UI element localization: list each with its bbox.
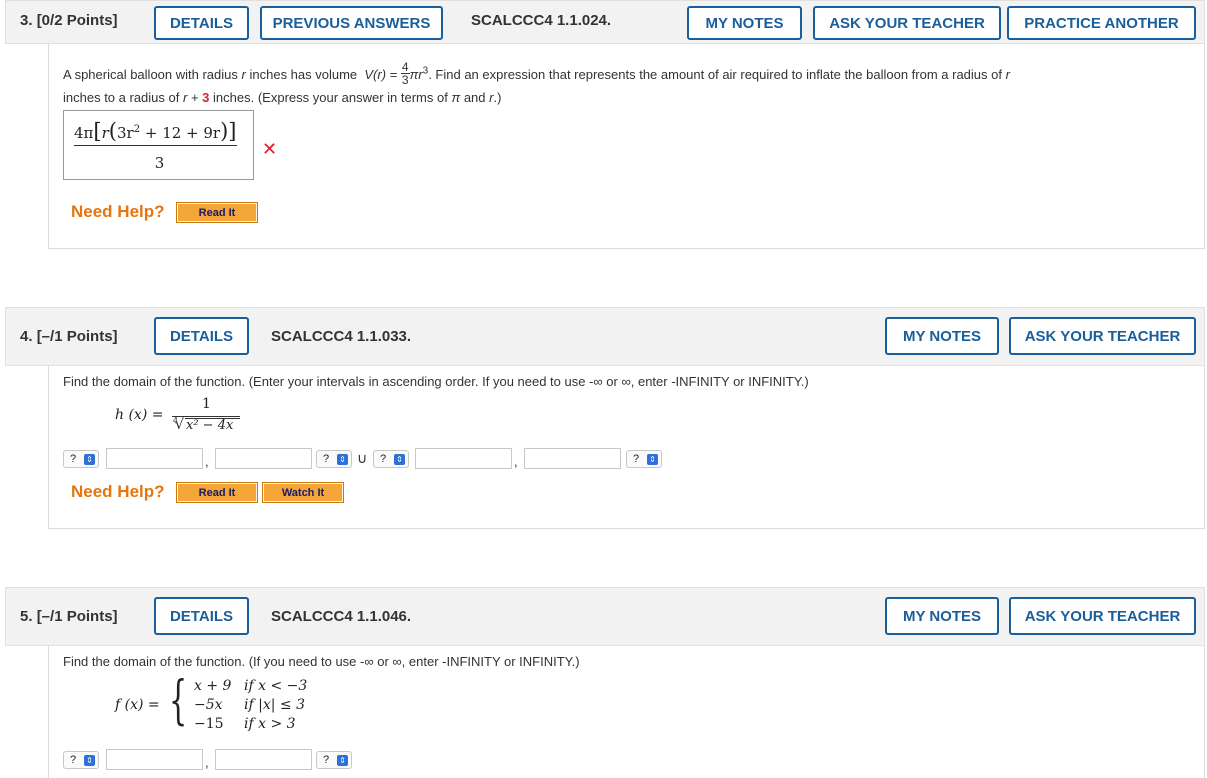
q3-practice-another-button[interactable]: PRACTICE ANOTHER [1007,6,1196,40]
q3-answer-box[interactable]: 4π[r(3r2 + 12 + 9r)] 3 [63,110,254,180]
q5-details-button[interactable]: DETAILS [154,597,249,635]
q5-my-notes-button[interactable]: MY NOTES [885,597,999,635]
union-symbol: ∪ [357,450,368,466]
incorrect-icon: ✕ [262,139,278,159]
select-arrow-icon: ⇕ [84,754,95,766]
q3-previous-answers-button[interactable]: PREVIOUS ANSWERS [260,6,443,40]
q4-my-notes-button[interactable]: MY NOTES [885,317,999,355]
q4-watch-it-button[interactable]: Watch It [262,482,344,503]
comma: , [205,755,209,770]
q4-header: 4. [–/1 Points] DETAILS SCALCCC4 1.1.033… [5,307,1205,366]
q4-read-it-button[interactable]: Read It [176,482,258,503]
comma: , [514,454,518,469]
q4-right-bracket-select-2[interactable]: ? ⇕ [626,450,662,468]
q5-interval-end-input[interactable] [215,749,312,770]
q3-frac-den: 3 [401,73,409,87]
select-arrow-icon: ⇕ [337,453,348,465]
q5-instructions: Find the domain of the function. (If you… [63,654,580,669]
select-arrow-icon: ⇕ [337,754,348,766]
q4-left-bracket-select[interactable]: ? ⇕ [63,450,99,468]
q4-instructions: Find the domain of the function. (Enter … [63,374,809,389]
q3-need-help-label: Need Help? [71,202,165,221]
q4-need-help-label: Need Help? [71,482,165,501]
q4-interval2-start-input[interactable] [415,448,512,469]
q5-header: 5. [–/1 Points] DETAILS SCALCCC4 1.1.046… [5,587,1205,646]
q4-ask-teacher-button[interactable]: ASK YOUR TEACHER [1009,317,1196,355]
q3-answer-denominator: 3 [154,154,165,172]
q5-right-bracket-select[interactable]: ? ⇕ [316,751,352,769]
q3-answer-numerator: 4π[r(3r2 + 12 + 9r)] [74,119,237,146]
q3-question-line-1: A spherical balloon with radius r inches… [63,60,1010,87]
q4-number: 4. [–/1 Points] [20,328,118,345]
q4-left-bracket-select-2[interactable]: ? ⇕ [373,450,409,468]
q3-read-it-button[interactable]: Read It [176,202,258,223]
q3-details-button[interactable]: DETAILS [154,6,249,40]
q3-header: 3. [0/2 Points] DETAILS PREVIOUS ANSWERS… [5,0,1205,44]
q5-number: 5. [–/1 Points] [20,608,118,625]
q4-details-button[interactable]: DETAILS [154,317,249,355]
q4-interval1-start-input[interactable] [106,448,203,469]
q4-interval1-end-input[interactable] [215,448,312,469]
comma: , [205,454,209,469]
q4-interval2-end-input[interactable] [524,448,621,469]
q4-problem-code: SCALCCC4 1.1.033. [271,328,412,345]
q5-interval-start-input[interactable] [106,749,203,770]
q3-question-line-2: inches to a radius of r + 3 inches. (Exp… [63,90,502,105]
q5-left-bracket-select[interactable]: ? ⇕ [63,751,99,769]
q3-ask-teacher-button[interactable]: ASK YOUR TEACHER [813,6,1001,40]
select-arrow-icon: ⇕ [647,453,658,465]
q5-ask-teacher-button[interactable]: ASK YOUR TEACHER [1009,597,1196,635]
select-arrow-icon: ⇕ [84,453,95,465]
q5-problem-code: SCALCCC4 1.1.046. [271,608,412,625]
q4-right-bracket-select[interactable]: ? ⇕ [316,450,352,468]
select-arrow-icon: ⇕ [394,453,405,465]
q3-problem-code: SCALCCC4 1.1.024. [471,12,612,29]
q3-my-notes-button[interactable]: MY NOTES [687,6,802,40]
q3-number: 3. [0/2 Points] [20,12,118,29]
